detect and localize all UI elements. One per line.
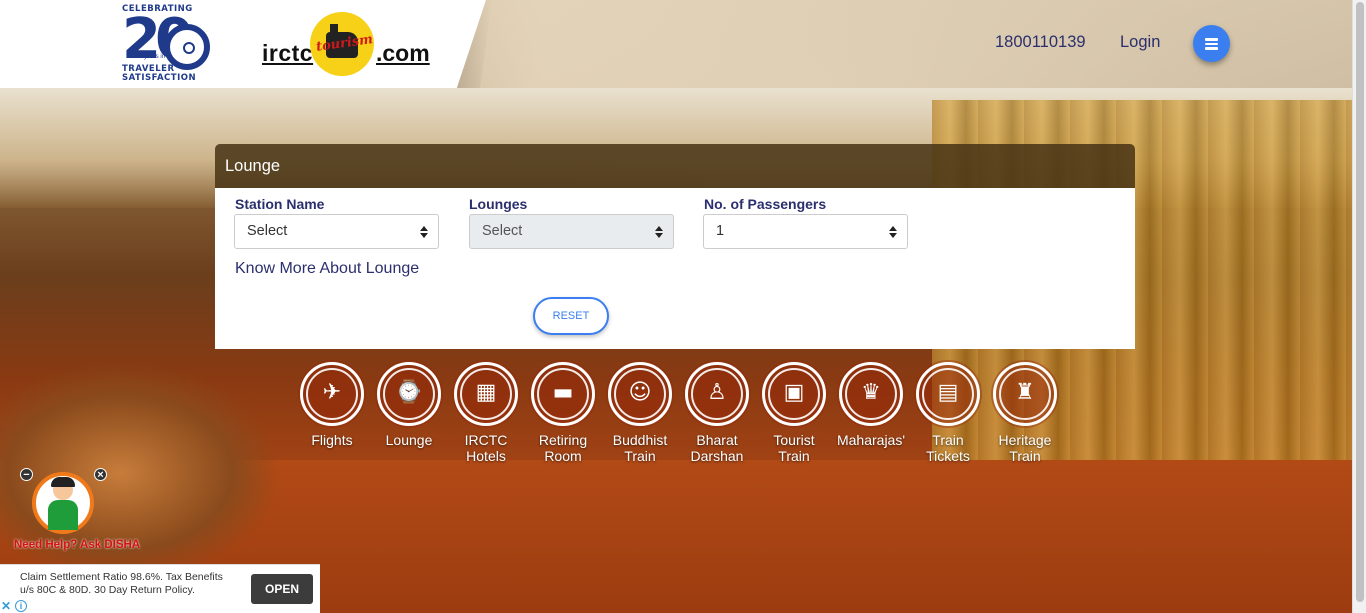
irctc-tourism-logo[interactable]: irctc tourism .com: [262, 12, 432, 76]
steam-engine-icon: ♜: [1015, 380, 1035, 405]
lounges-label: Lounges: [469, 196, 528, 212]
service-lounge[interactable]: ⌚ Lounge: [371, 362, 447, 448]
maharaja-icon: ♛: [861, 380, 881, 405]
login-link[interactable]: Login: [1120, 33, 1160, 52]
service-buddhist-train[interactable]: ☺ Buddhist Train: [602, 362, 678, 464]
select-arrows-icon: [655, 226, 663, 238]
lounge-icon: ⌚: [395, 380, 423, 405]
service-train-tickets[interactable]: ▤ Train Tickets: [910, 362, 986, 464]
service-bharat-darshan[interactable]: ♙ Bharat Darshan: [679, 362, 755, 464]
station-name-label: Station Name: [235, 196, 325, 212]
ac-train-icon: ▣: [783, 380, 805, 405]
disha-help-text[interactable]: Need Help? Ask DISHA: [14, 539, 140, 551]
ad-open-button[interactable]: OPEN: [251, 574, 313, 604]
celebrating-20-years-logo[interactable]: CELEBRATING 20 years in TRAVELER SATISFA…: [120, 4, 212, 83]
service-tourist-train[interactable]: ▣ Tourist Train: [756, 362, 832, 464]
service-retiring-room[interactable]: ▬ Retiring Room: [525, 362, 601, 464]
bed-icon: ▬: [552, 380, 574, 405]
service-maharajas[interactable]: ♛ Maharajas': [833, 362, 909, 448]
lounge-panel-title: Lounge: [225, 157, 281, 175]
service-irctc-hotels[interactable]: ▦ IRCTC Hotels: [448, 362, 524, 464]
ad-info-icon[interactable]: i: [15, 600, 27, 612]
passengers-label: No. of Passengers: [704, 196, 827, 212]
tourists-icon: ♙: [707, 380, 727, 405]
train-icon: ▤: [937, 380, 959, 405]
menu-button[interactable]: [1193, 25, 1230, 62]
disha-avatar[interactable]: [32, 472, 94, 534]
logo-sun: tourism: [310, 12, 374, 76]
hamburger-icon: [1205, 38, 1218, 41]
service-heritage-train[interactable]: ♜ Heritage Train: [987, 362, 1063, 464]
services-bar: ✈ Flights ⌚ Lounge ▦ IRCTC Hotels ▬ Retir…: [294, 362, 1064, 472]
reset-button[interactable]: RESET: [533, 297, 609, 335]
minimize-icon[interactable]: −: [20, 468, 33, 481]
lounge-panel-header: Lounge: [215, 144, 1135, 188]
vertical-scrollbar[interactable]: [1352, 0, 1366, 613]
passengers-select[interactable]: 1: [703, 214, 908, 249]
lounges-select: Select: [469, 214, 674, 249]
select-arrows-icon: [420, 226, 428, 238]
station-name-select[interactable]: Select: [234, 214, 439, 249]
close-icon[interactable]: ×: [94, 468, 107, 481]
helpline-number[interactable]: 1800110139: [995, 33, 1086, 52]
hotel-icon: ▦: [475, 380, 497, 405]
buddha-icon: ☺: [628, 380, 652, 405]
plane-icon: ✈: [322, 380, 342, 405]
disha-chatbot: − × Need Help? Ask DISHA: [14, 466, 149, 556]
advertisement-banner: Claim Settlement Ratio 98.6%. Tax Benefi…: [0, 564, 320, 613]
lounge-search-form: Station Name Select Lounges Select No. o…: [215, 188, 1135, 349]
service-flights[interactable]: ✈ Flights: [294, 362, 370, 448]
ad-text: Claim Settlement Ratio 98.6%. Tax Benefi…: [20, 571, 223, 596]
select-arrows-icon: [889, 226, 897, 238]
know-more-lounge-link[interactable]: Know More About Lounge: [235, 260, 419, 278]
scrollbar-thumb[interactable]: [1356, 2, 1364, 602]
ad-close-icon[interactable]: ✕: [1, 600, 13, 612]
